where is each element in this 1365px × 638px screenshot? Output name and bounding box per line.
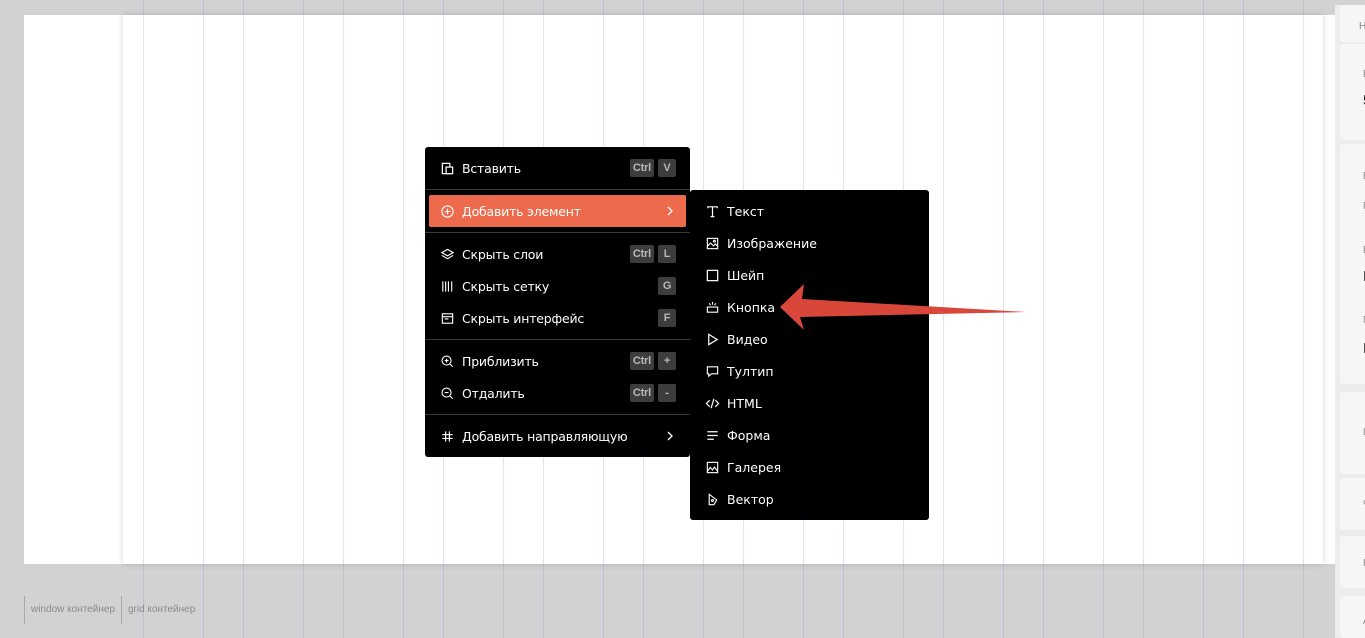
menu-divider xyxy=(425,414,690,415)
interface-icon xyxy=(439,310,455,326)
breadcrumb-grid-container[interactable]: grid контейнер xyxy=(120,596,201,624)
form-icon xyxy=(704,427,720,443)
submenu-item-label: Вектор xyxy=(727,491,774,507)
menu-item-label: Вставить xyxy=(462,160,521,176)
submenu-item-label: HTML xyxy=(727,395,762,411)
play-icon xyxy=(704,331,720,347)
submenu-item-label: Шейп xyxy=(727,267,765,283)
menu-item-label: Скрыть интерфейс xyxy=(462,310,585,326)
submenu-item-label: Галерея xyxy=(727,459,782,475)
text-icon xyxy=(704,203,720,219)
menu-item-add-element[interactable]: Добавить элемент xyxy=(429,195,686,227)
menu-item-label: Скрыть слои xyxy=(462,246,544,262)
zoom-out-icon xyxy=(439,385,455,401)
shortcut: Ctrl - xyxy=(629,384,676,402)
paste-icon xyxy=(439,160,455,176)
menu-divider xyxy=(425,339,690,340)
panel-card: Ф xyxy=(1340,478,1365,530)
gallery-icon xyxy=(704,459,720,475)
breadcrumb-window-container[interactable]: window контейнер xyxy=(24,596,121,624)
submenu-item-label: Текст xyxy=(727,203,765,219)
menu-item-label: Отдалить xyxy=(462,385,525,401)
submenu-item-label: Форма xyxy=(727,427,771,443)
shape-icon xyxy=(704,267,720,283)
panel-card: НА xyxy=(1340,5,1365,42)
menu-item-add-guide[interactable]: Добавить направляющую xyxy=(429,420,686,452)
menu-item-hide-grid[interactable]: Скрыть сетку G xyxy=(429,270,686,302)
submenu-item-gallery[interactable]: Галерея xyxy=(690,451,929,483)
panel-card: Ц xyxy=(1340,392,1365,474)
submenu-item-label: Видео xyxy=(727,331,768,347)
button-icon xyxy=(704,299,720,315)
shortcut-key: V xyxy=(658,159,676,177)
menu-item-label: Добавить направляющую xyxy=(462,428,628,444)
code-icon xyxy=(704,395,720,411)
submenu-item-vector[interactable]: Вектор xyxy=(690,483,929,515)
menu-item-paste[interactable]: Вставить Ctrl V xyxy=(429,152,686,184)
shortcut: G xyxy=(658,277,676,295)
shortcut-key: + xyxy=(658,352,676,370)
shortcut-key: L xyxy=(658,245,676,263)
panel-card: В П В L М Н xyxy=(1340,144,1365,384)
shortcut: Ctrl + xyxy=(629,352,676,370)
submenu-item-html[interactable]: HTML xyxy=(690,387,929,419)
properties-panel: НА ВЫ 5 В П В L М Н Ц Ф Р А xyxy=(1335,5,1365,638)
submenu-item-label: Изображение xyxy=(727,235,817,251)
image-icon xyxy=(704,235,720,251)
menu-item-label: Добавить элемент xyxy=(462,203,581,219)
grid-columns-icon xyxy=(439,278,455,294)
tooltip-icon xyxy=(704,363,720,379)
shortcut-key: Ctrl xyxy=(629,159,654,177)
shortcut-key: G xyxy=(658,277,676,295)
submenu-item-label: Тултип xyxy=(727,363,774,379)
submenu-item-text[interactable]: Текст xyxy=(690,195,929,227)
menu-item-zoom-in[interactable]: Приблизить Ctrl + xyxy=(429,345,686,377)
shortcut-key: - xyxy=(658,384,676,402)
vector-icon xyxy=(704,491,720,507)
hash-icon xyxy=(439,428,455,444)
panel-header: НА xyxy=(1359,21,1365,32)
chevron-right-icon xyxy=(667,206,673,216)
menu-item-zoom-out[interactable]: Отдалить Ctrl - xyxy=(429,377,686,409)
shortcut: F xyxy=(658,309,676,327)
shortcut-key: Ctrl xyxy=(629,245,654,263)
shortcut-key: Ctrl xyxy=(629,384,654,402)
breadcrumb: window контейнер grid контейнер xyxy=(24,596,201,624)
layers-icon xyxy=(439,246,455,262)
panel-card: Р xyxy=(1340,536,1365,588)
panel-card: ВЫ 5 xyxy=(1340,44,1365,140)
menu-item-label: Скрыть сетку xyxy=(462,278,550,294)
context-menu: Вставить Ctrl V Добавить элемент Скрыть … xyxy=(425,147,690,457)
submenu-item-label: Кнопка xyxy=(727,299,776,315)
menu-divider xyxy=(425,232,690,233)
add-circle-icon xyxy=(439,203,455,219)
panel-card: А xyxy=(1340,596,1365,638)
add-element-submenu: Текст Изображение Шейп Кнопка Видео Тулт… xyxy=(690,190,929,520)
menu-item-hide-layers[interactable]: Скрыть слои Ctrl L xyxy=(429,238,686,270)
submenu-item-form[interactable]: Форма xyxy=(690,419,929,451)
shortcut-key: Ctrl xyxy=(629,352,654,370)
shortcut: Ctrl L xyxy=(629,245,676,263)
zoom-in-icon xyxy=(439,353,455,369)
submenu-item-image[interactable]: Изображение xyxy=(690,227,929,259)
annotation-arrow-icon xyxy=(780,284,1026,330)
menu-item-label: Приблизить xyxy=(462,353,539,369)
menu-item-hide-interface[interactable]: Скрыть интерфейс F xyxy=(429,302,686,334)
menu-divider xyxy=(425,189,690,190)
submenu-item-tooltip[interactable]: Тултип xyxy=(690,355,929,387)
chevron-right-icon xyxy=(667,431,673,441)
shortcut-key: F xyxy=(658,309,676,327)
shortcut: Ctrl V xyxy=(629,159,676,177)
